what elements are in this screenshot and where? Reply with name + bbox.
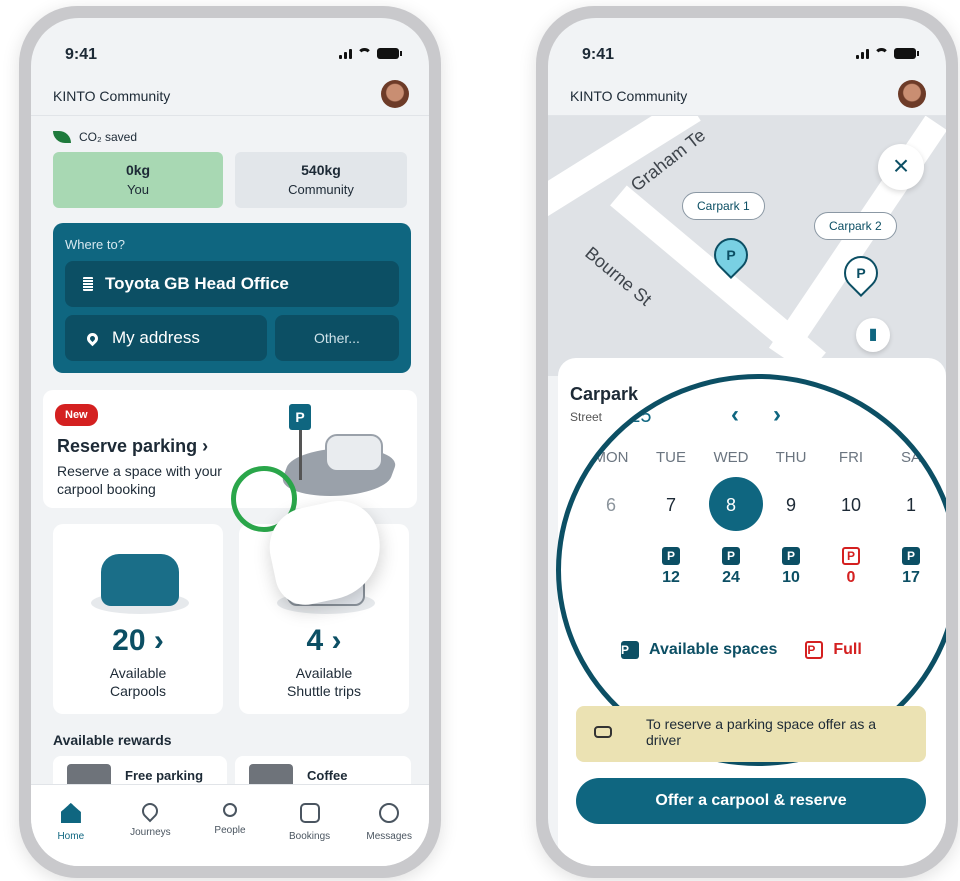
app-title: KINTO Community	[53, 88, 171, 104]
app-header: KINTO Community	[548, 76, 946, 116]
avatar[interactable]	[381, 80, 409, 108]
carpark-label[interactable]: Carpark 1	[682, 192, 765, 220]
calendar-month: 2025	[607, 405, 652, 427]
parking-available-icon: P	[902, 547, 920, 565]
co2-saved-label: CO₂ saved	[53, 130, 137, 144]
date-cell-selected[interactable]: 8	[701, 479, 761, 531]
tab-bookings[interactable]: Bookings	[270, 785, 350, 866]
date-cell[interactable]: 7	[641, 479, 701, 531]
available-carpools-card[interactable]: 20 › Available Carpools	[53, 524, 223, 714]
date-cell[interactable]: 9	[761, 479, 821, 531]
prev-week-button[interactable]: ‹	[731, 401, 739, 429]
driver-note: To reserve a parking space offer as a dr…	[576, 706, 926, 762]
reserve-parking-card[interactable]: New Reserve parking › Reserve a space wi…	[43, 390, 417, 508]
car-icon	[325, 434, 383, 472]
street-label: Bourne St	[581, 242, 656, 310]
status-time: 9:41	[65, 46, 98, 63]
spaces-legend: P Available spaces P Full	[621, 641, 862, 659]
leaf-icon	[53, 131, 71, 143]
where-to-label: Where to?	[65, 237, 125, 252]
parking-illustration: P	[276, 404, 402, 496]
home-screen: 9:41 KINTO Community CO₂ saved 0kg You 5…	[31, 18, 429, 866]
home-icon	[60, 803, 81, 823]
wifi-icon	[874, 48, 889, 59]
chat-bubble-icon	[379, 803, 400, 823]
parking-available-icon: P	[782, 547, 800, 565]
other-destination-button[interactable]: Other...	[275, 315, 399, 361]
signal-icon	[856, 49, 869, 59]
new-badge: New	[55, 404, 98, 426]
parking-screen: 9:41 KINTO Community Graham Te Bourne St…	[548, 18, 946, 866]
office-building-icon[interactable]: ▮	[856, 318, 890, 352]
battery-icon	[894, 48, 919, 59]
shuttles-count: 4 ›	[306, 624, 342, 657]
app-title: KINTO Community	[570, 88, 688, 104]
location-pin-icon	[139, 799, 162, 823]
phone-home-screen: 9:41 KINTO Community CO₂ saved 0kg You 5…	[19, 6, 441, 878]
carpool-car-icon	[101, 554, 179, 606]
carpark-label[interactable]: Carpark 2	[814, 212, 897, 240]
reserve-parking-title: Reserve parking ›	[57, 436, 209, 456]
parking-available-icon: P	[722, 547, 740, 565]
battery-icon	[377, 48, 402, 59]
status-bar: 9:41	[31, 18, 429, 78]
parking-available-icon: P	[662, 547, 680, 565]
calendar-clock-icon	[299, 803, 320, 823]
tab-home[interactable]: Home	[31, 785, 111, 866]
destination-office-button[interactable]: Toyota GB Head Office	[65, 261, 399, 307]
date-cell[interactable]: 10	[821, 479, 881, 531]
legend-available-label: Available spaces	[649, 641, 778, 658]
location-pin-icon	[84, 330, 101, 346]
shuttles-label: Available Shuttle trips	[287, 665, 361, 699]
date-row: 6 7 8 9 10 1	[581, 479, 946, 531]
signal-icon	[339, 49, 352, 59]
app-header: KINTO Community	[31, 76, 429, 116]
parking-sign-icon: P	[289, 404, 311, 430]
my-address-button[interactable]: My address	[65, 315, 267, 361]
building-icon	[83, 277, 93, 291]
system-icons	[339, 48, 402, 59]
legend-full-label: Full	[833, 641, 862, 658]
spaces-row: P 12 P 24 P 10 P0 P 17	[662, 547, 920, 586]
parking-full-icon: P	[842, 547, 860, 565]
status-bar: 9:41	[548, 18, 946, 78]
tab-journeys[interactable]: Journeys	[111, 785, 191, 866]
rewards-heading: Available rewards	[53, 732, 172, 748]
status-time: 9:41	[582, 46, 615, 63]
carpools-label: Available Carpools	[109, 665, 167, 699]
close-button[interactable]: ×	[878, 144, 924, 190]
tab-messages[interactable]: Messages	[349, 785, 429, 866]
offer-carpool-reserve-button[interactable]: Offer a carpool & reserve	[576, 778, 926, 824]
bottom-tab-bar: Home Journeys People Bookings Messages	[31, 784, 429, 866]
car-icon	[594, 726, 612, 738]
weekday-header: MON TUE WED THU FRI SA	[593, 449, 922, 466]
phone-parking-screen: 9:41 KINTO Community Graham Te Bourne St…	[536, 6, 958, 878]
system-icons	[856, 48, 919, 59]
date-cell: 6	[605, 495, 616, 515]
co2-you-stat: 0kg You	[53, 152, 223, 208]
next-week-button[interactable]: ›	[773, 401, 781, 429]
where-to-panel: Where to? Toyota GB Head Office My addre…	[53, 223, 411, 373]
people-icon	[222, 803, 237, 817]
parking-available-icon: P	[621, 641, 639, 659]
tab-people[interactable]: People	[190, 785, 270, 866]
avatar[interactable]	[898, 80, 926, 108]
co2-community-stat: 540kg Community	[235, 152, 407, 208]
date-cell[interactable]: 1	[881, 479, 941, 531]
parking-full-icon: P	[805, 641, 824, 659]
carpools-count: 20 ›	[112, 624, 164, 657]
wifi-icon	[357, 48, 372, 59]
